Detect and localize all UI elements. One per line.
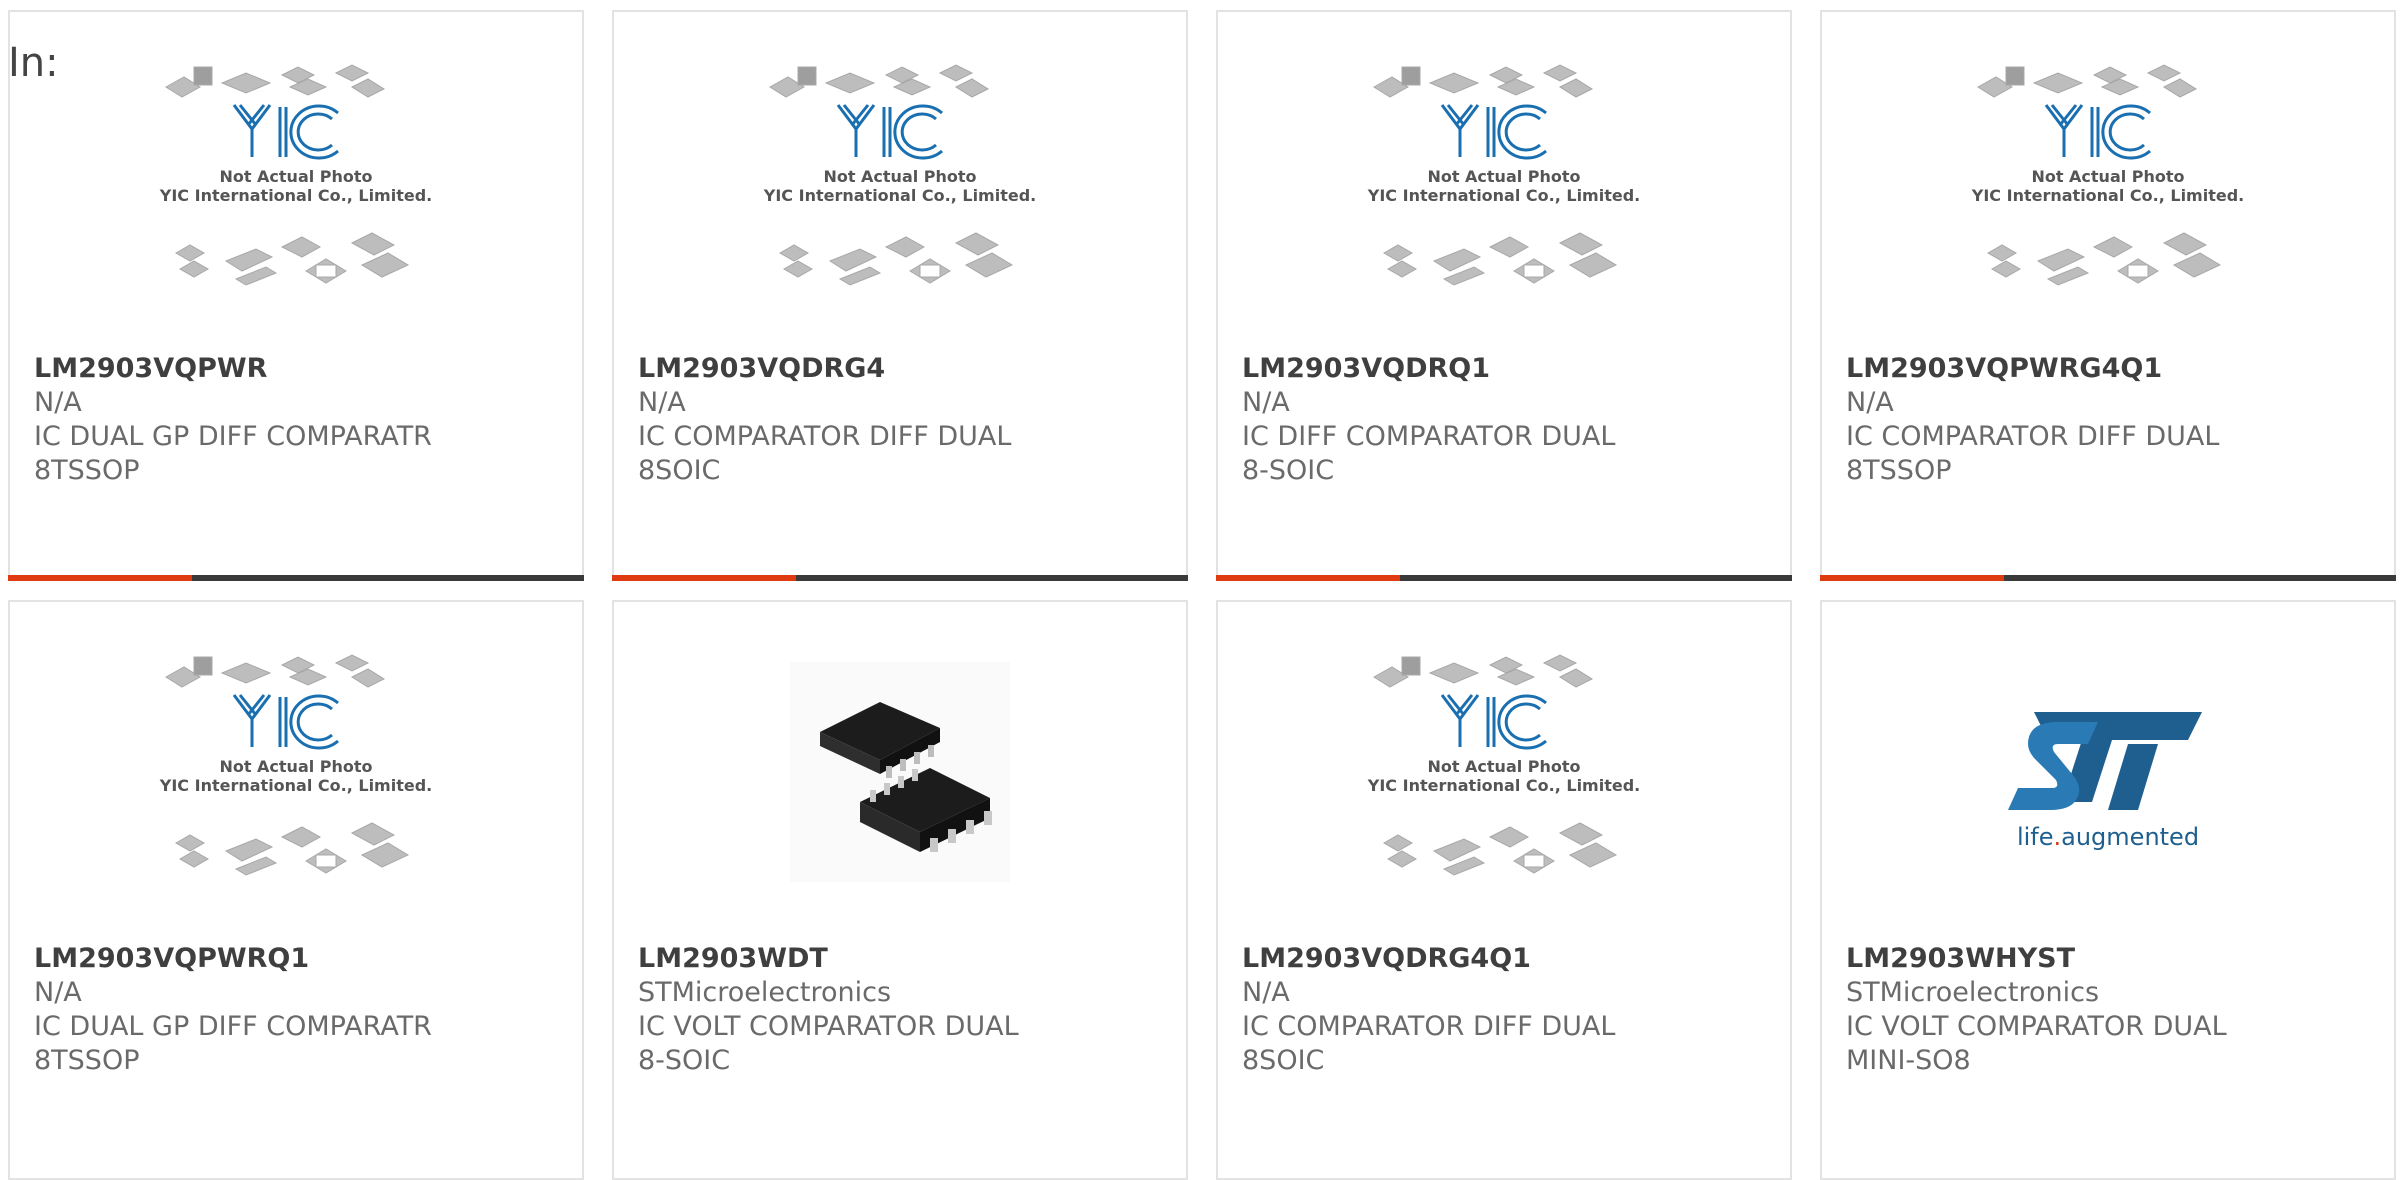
part-number[interactable]: LM2903VQPWR bbox=[34, 352, 442, 386]
part-number[interactable]: LM2903VQDRQ1 bbox=[1242, 352, 1650, 386]
product-image[interactable]: life.augmented bbox=[1822, 602, 2394, 942]
st-tagline: life.augmented bbox=[2017, 823, 2199, 851]
product-image-placeholder[interactable]: Not Actual Photo YIC International Co., … bbox=[10, 602, 582, 942]
description: IC DUAL GP DIFF COMPARATR 8TSSOP bbox=[34, 421, 432, 486]
yic-placeholder-image: Not Actual Photo YIC International Co., … bbox=[159, 654, 432, 876]
placeholder-caption-1: Not Actual Photo bbox=[823, 167, 976, 186]
manufacturer: N/A bbox=[638, 387, 686, 418]
product-image-placeholder[interactable]: Not Actual Photo YIC International Co., … bbox=[1218, 602, 1790, 942]
card-bottom-bar bbox=[8, 575, 584, 581]
yic-placeholder-image: Not Actual Photo YIC International Co., … bbox=[1367, 64, 1640, 286]
st-tagline-augmented: augmented bbox=[2061, 823, 2199, 851]
manufacturer: N/A bbox=[34, 977, 82, 1008]
placeholder-caption-1: Not Actual Photo bbox=[1427, 167, 1580, 186]
placeholder-caption-2: YIC International Co., Limited. bbox=[1367, 776, 1640, 795]
placeholder-caption-2: YIC International Co., Limited. bbox=[763, 186, 1036, 205]
placeholder-caption-2: YIC International Co., Limited. bbox=[1367, 186, 1640, 205]
product-card[interactable]: Not Actual Photo YIC International Co., … bbox=[1820, 10, 2396, 581]
part-number[interactable]: LM2903WHYST bbox=[1846, 942, 2254, 976]
description: IC DUAL GP DIFF COMPARATR 8TSSOP bbox=[34, 1011, 432, 1076]
manufacturer: N/A bbox=[1242, 977, 1290, 1008]
manufacturer: N/A bbox=[1242, 387, 1290, 418]
placeholder-caption-2: YIC International Co., Limited. bbox=[159, 186, 432, 205]
manufacturer: N/A bbox=[1846, 387, 1894, 418]
description: IC VOLT COMPARATOR DUAL MINI-SO8 bbox=[1846, 1011, 2227, 1076]
placeholder-caption-2: YIC International Co., Limited. bbox=[159, 776, 432, 795]
soic-chip-image bbox=[790, 662, 1010, 882]
part-number[interactable]: LM2903VQPWRQ1 bbox=[34, 942, 442, 976]
yic-placeholder-image: Not Actual Photo YIC International Co., … bbox=[1971, 64, 2244, 286]
st-tagline-life: life bbox=[2017, 823, 2054, 851]
product-image-placeholder[interactable]: Not Actual Photo YIC International Co., … bbox=[10, 12, 582, 352]
card-accent-bar bbox=[1216, 575, 1400, 581]
description: IC VOLT COMPARATOR DUAL 8-SOIC bbox=[638, 1011, 1019, 1076]
product-card[interactable]: LM2903WDT STMicroelectronics IC VOLT COM… bbox=[612, 600, 1188, 1180]
product-card[interactable]: Not Actual Photo YIC International Co., … bbox=[8, 10, 584, 581]
product-image-placeholder[interactable]: Not Actual Photo YIC International Co., … bbox=[614, 12, 1186, 352]
placeholder-caption-1: Not Actual Photo bbox=[219, 167, 372, 186]
part-number[interactable]: LM2903VQDRG4Q1 bbox=[1242, 942, 1650, 976]
product-card[interactable]: life.augmented LM2903WHYST STMicroelectr… bbox=[1820, 600, 2396, 1180]
product-image-placeholder[interactable]: Not Actual Photo YIC International Co., … bbox=[1822, 12, 2394, 352]
card-accent-bar bbox=[1820, 575, 2004, 581]
description: IC DIFF COMPARATOR DUAL 8-SOIC bbox=[1242, 421, 1616, 486]
part-number[interactable]: LM2903VQDRG4 bbox=[638, 352, 1046, 386]
description: IC COMPARATOR DIFF DUAL 8SOIC bbox=[1242, 1011, 1616, 1076]
product-card[interactable]: Not Actual Photo YIC International Co., … bbox=[612, 10, 1188, 581]
product-image-placeholder[interactable]: Not Actual Photo YIC International Co., … bbox=[1218, 12, 1790, 352]
card-accent-bar bbox=[8, 575, 192, 581]
yic-placeholder-image: Not Actual Photo YIC International Co., … bbox=[763, 64, 1036, 286]
placeholder-caption-1: Not Actual Photo bbox=[219, 757, 372, 776]
st-logo-image: life.augmented bbox=[2008, 712, 2202, 851]
yic-placeholder-image: Not Actual Photo YIC International Co., … bbox=[159, 64, 432, 286]
placeholder-caption-1: Not Actual Photo bbox=[1427, 757, 1580, 776]
placeholder-caption-1: Not Actual Photo bbox=[2031, 167, 2184, 186]
description: IC COMPARATOR DIFF DUAL 8SOIC bbox=[638, 421, 1012, 486]
placeholder-caption-2: YIC International Co., Limited. bbox=[1971, 186, 2244, 205]
manufacturer: STMicroelectronics bbox=[1846, 977, 2100, 1008]
st-tagline-dot: . bbox=[2054, 823, 2062, 851]
product-image[interactable] bbox=[614, 602, 1186, 942]
card-bottom-bar bbox=[612, 575, 1188, 581]
product-card[interactable]: Not Actual Photo YIC International Co., … bbox=[8, 600, 584, 1180]
card-bottom-bar bbox=[1216, 575, 1792, 581]
manufacturer: STMicroelectronics bbox=[638, 977, 892, 1008]
heading-in: In: bbox=[8, 40, 59, 86]
product-card[interactable]: Not Actual Photo YIC International Co., … bbox=[1216, 600, 1792, 1180]
yic-placeholder-image: Not Actual Photo YIC International Co., … bbox=[1367, 654, 1640, 876]
card-accent-bar bbox=[612, 575, 796, 581]
manufacturer: N/A bbox=[34, 387, 82, 418]
description: IC COMPARATOR DIFF DUAL 8TSSOP bbox=[1846, 421, 2220, 486]
part-number[interactable]: LM2903WDT bbox=[638, 942, 1046, 976]
product-card[interactable]: Not Actual Photo YIC International Co., … bbox=[1216, 10, 1792, 581]
part-number[interactable]: LM2903VQPWRG4Q1 bbox=[1846, 352, 2254, 386]
card-bottom-bar bbox=[1820, 575, 2396, 581]
